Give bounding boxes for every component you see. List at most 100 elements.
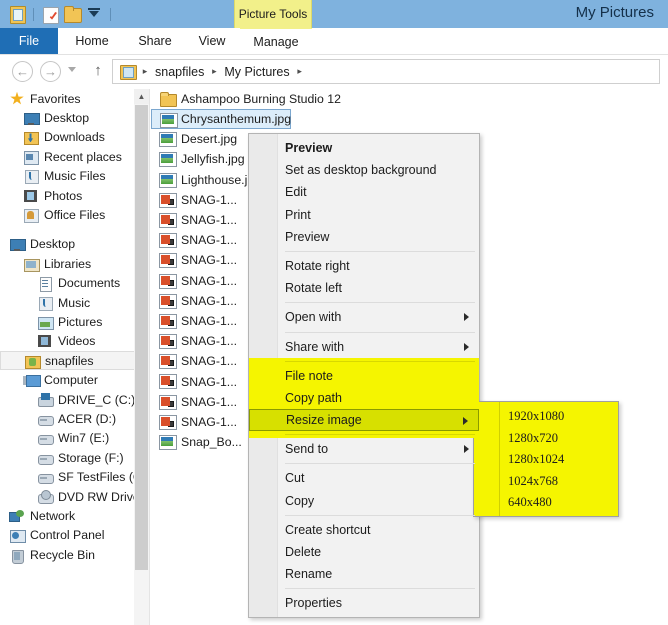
- downloads-folder-icon: [22, 129, 40, 146]
- menu-item-rename[interactable]: Rename: [249, 563, 479, 585]
- submenu-item-1024x768[interactable]: 1024x768: [474, 471, 618, 493]
- file-name-label: Jellyfish.jpg: [181, 152, 245, 167]
- menu-item-send-to[interactable]: Send to: [249, 438, 479, 460]
- menu-item-label: Share with: [285, 339, 345, 354]
- menu-item-copy[interactable]: Copy: [249, 489, 479, 511]
- sidebar-item-music-files[interactable]: Music Files: [0, 167, 149, 186]
- menu-item-print[interactable]: Print: [249, 204, 479, 226]
- folder-icon[interactable]: [61, 3, 83, 25]
- menu-item-create-shortcut[interactable]: Create shortcut: [249, 519, 479, 541]
- sidebar-item-label: Music: [58, 295, 91, 310]
- menu-item-share-with[interactable]: Share with: [249, 336, 479, 358]
- sidebar-item-pictures[interactable]: Pictures: [0, 312, 149, 331]
- sidebar-item-control-panel[interactable]: Control Panel: [0, 526, 149, 545]
- image-icon: [160, 112, 178, 129]
- menu-item-copy-path[interactable]: Copy path: [249, 386, 479, 410]
- menu-item-rotate-right[interactable]: Rotate right: [249, 255, 479, 277]
- menu-item-label: Properties: [285, 596, 342, 611]
- sidebar-item-dvd-rw-drive[interactable]: DVD RW Drive (: [0, 487, 149, 506]
- snagit-badge-icon: [168, 360, 174, 367]
- forward-button[interactable]: →: [40, 61, 61, 82]
- tab-view[interactable]: View: [184, 28, 240, 54]
- sidebar-item-acer-d[interactable]: ACER (D:): [0, 409, 149, 428]
- file-name-label: SNAG-1...: [181, 233, 238, 248]
- sidebar-item-storage-f[interactable]: Storage (F:): [0, 448, 149, 467]
- menu-item-properties[interactable]: Properties: [249, 592, 479, 614]
- sidebar-item-recent-places[interactable]: Recent places: [0, 147, 149, 166]
- context-menu[interactable]: Preview Set as desktop background Edit Prin…: [248, 133, 480, 619]
- tab-manage[interactable]: Manage: [240, 28, 312, 54]
- breadcrumb-item-my-pictures[interactable]: My Pictures: [221, 65, 292, 79]
- back-button[interactable]: ←: [12, 61, 33, 82]
- menu-item-label: Open with: [285, 310, 342, 325]
- menu-item-edit[interactable]: Edit: [249, 181, 479, 203]
- sidebar-item-label: Computer: [44, 373, 98, 388]
- menu-item-preview[interactable]: Preview: [249, 226, 479, 248]
- sidebar-item-libraries[interactable]: Libraries: [0, 254, 149, 273]
- sidebar-item-favorites[interactable]: Favorites: [0, 89, 149, 108]
- file-name-label: SNAG-1...: [181, 273, 238, 288]
- submenu-item-1280x720[interactable]: 1280x720: [474, 428, 618, 450]
- network-icon: [8, 508, 26, 524]
- sidebar-item-office-files[interactable]: Office Files: [0, 205, 149, 224]
- sidebar-item-label: Control Panel: [30, 528, 105, 543]
- tab-share[interactable]: Share: [126, 28, 184, 54]
- resize-image-submenu[interactable]: 1920x1080 1280x720 1280x1024 1024x768 640x48…: [473, 401, 619, 517]
- sidebar-item-sf-testfiles-g[interactable]: SF TestFiles (G:): [0, 467, 149, 486]
- snagit-icon: [159, 293, 177, 309]
- sidebar-item-computer[interactable]: Computer: [0, 370, 149, 389]
- tab-home[interactable]: Home: [58, 28, 126, 54]
- sidebar-item-recycle-bin[interactable]: Recycle Bin: [0, 545, 149, 564]
- sidebar-item-label: Videos: [58, 334, 96, 349]
- sidebar-item-label: Documents: [58, 276, 121, 291]
- menu-item-open-with[interactable]: Open with: [249, 306, 479, 328]
- menu-item-set-as-desktop-background[interactable]: Set as desktop background: [249, 159, 479, 181]
- sidebar-item-videos[interactable]: Videos: [0, 332, 149, 351]
- new-folder-icon[interactable]: [39, 3, 61, 25]
- menu-item-cut[interactable]: Cut: [249, 467, 479, 489]
- sidebar-item-snapfiles[interactable]: snapfiles: [0, 351, 149, 371]
- sidebar-item-network[interactable]: Network: [0, 506, 149, 525]
- window-title: My Pictures: [575, 4, 654, 21]
- tab-file[interactable]: File: [0, 28, 58, 54]
- up-button[interactable]: ↑: [90, 62, 106, 80]
- submenu-item-640x480[interactable]: 640x480: [474, 492, 618, 514]
- scrollbar-thumb[interactable]: [135, 105, 148, 570]
- menu-item-file-note[interactable]: File note: [249, 364, 479, 387]
- menu-item-resize-image[interactable]: Resize image: [249, 409, 479, 432]
- sidebar-item-desktop[interactable]: Desktop: [0, 108, 149, 127]
- resize-submenu-items: 1920x1080 1280x720 1280x1024 1024x768 640x48…: [474, 406, 618, 514]
- chevron-right-icon: [464, 342, 469, 351]
- snagit-badge-icon: [168, 400, 174, 407]
- file-name-label: Desert.jpg: [181, 132, 238, 147]
- scroll-up-icon[interactable]: ▲: [134, 89, 149, 104]
- recent-locations-dropdown-icon[interactable]: [68, 67, 76, 72]
- breadcrumb[interactable]: ▸ snapfiles ▸ My Pictures ▸: [112, 59, 660, 84]
- sidebar-item-win7-e[interactable]: Win7 (E:): [0, 429, 149, 448]
- submenu-item-1280x1024[interactable]: 1280x1024: [474, 449, 618, 471]
- breadcrumb-item-snapfiles[interactable]: snapfiles: [152, 65, 207, 79]
- sidebar-item-documents[interactable]: Documents: [0, 274, 149, 293]
- submenu-item-label: 1920x1080: [508, 409, 565, 424]
- sidebar-item-downloads[interactable]: Downloads: [0, 128, 149, 147]
- nav-scrollbar[interactable]: ▲: [134, 89, 149, 625]
- menu-item-delete[interactable]: Delete: [249, 541, 479, 563]
- menu-item-rotate-left[interactable]: Rotate left: [249, 277, 479, 299]
- sidebar-item-drive-c-c[interactable]: DRIVE_C (C:): [0, 390, 149, 409]
- file-row-selected[interactable]: Chrysanthemum.jpg: [151, 109, 291, 130]
- sidebar-item-photos[interactable]: Photos: [0, 186, 149, 205]
- menu-item-preview[interactable]: Preview: [249, 137, 479, 159]
- chevron-down-icon[interactable]: [83, 3, 105, 25]
- sidebar-item-label: Favorites: [30, 91, 81, 106]
- music-note-icon: [22, 168, 40, 185]
- menu-item-label: Rotate left: [285, 281, 342, 296]
- file-name-label: SNAG-1...: [181, 192, 238, 207]
- context-menu-items: Preview Set as desktop background Edit Prin…: [249, 137, 479, 614]
- sidebar-item-label: Pictures: [58, 314, 103, 329]
- submenu-item-1920x1080[interactable]: 1920x1080: [474, 406, 618, 428]
- properties-icon[interactable]: [6, 3, 28, 25]
- sidebar-item-music[interactable]: Music: [0, 293, 149, 312]
- file-row[interactable]: Ashampoo Burning Studio 12: [151, 89, 668, 109]
- menu-item-label: Create shortcut: [285, 522, 371, 537]
- sidebar-item-desktop[interactable]: Desktop: [0, 235, 149, 254]
